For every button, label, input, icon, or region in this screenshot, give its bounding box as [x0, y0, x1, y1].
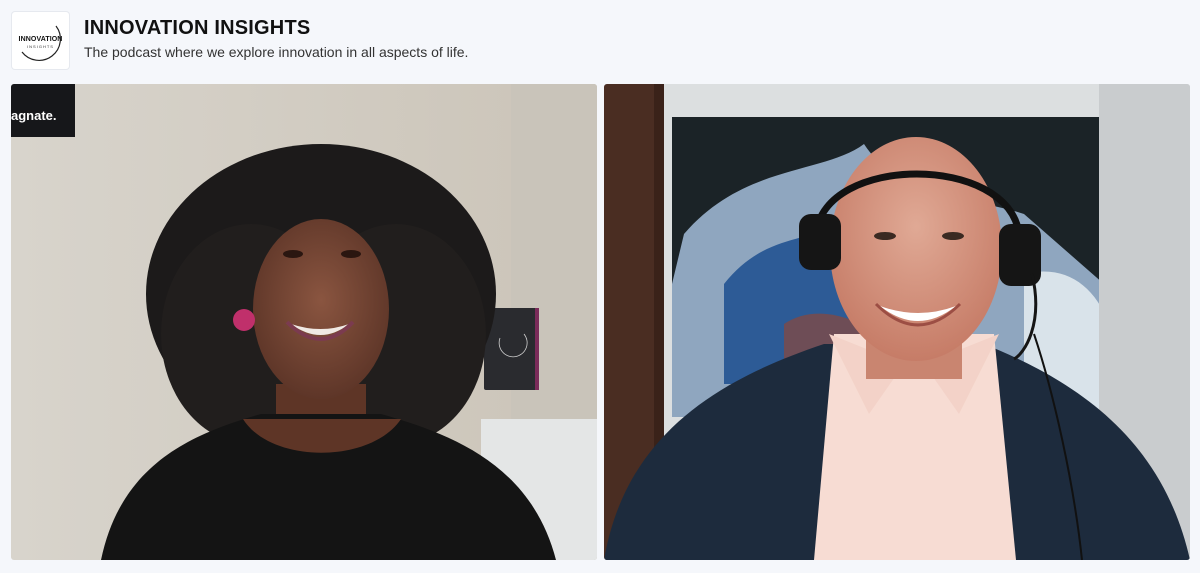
podcast-tagline: The podcast where we explore innovation … [84, 44, 469, 60]
podcast-title: INNOVATION INSIGHTS [84, 17, 311, 39]
guest-video-frame [604, 84, 1190, 560]
wall-poster-text: agnate. [11, 108, 57, 123]
podcast-header: INNOVATION INSIGHTS INNOVATION INSIGHTS … [0, 0, 1200, 80]
logo-subtext: INSIGHTS [27, 44, 54, 49]
video-tile-host[interactable]: agnate. [11, 84, 597, 560]
host-video-frame [11, 84, 597, 560]
podcast-logo: INNOVATION INSIGHTS [12, 12, 69, 69]
logo-wordmark: INNOVATION [18, 36, 63, 43]
video-tile-guest[interactable] [604, 84, 1190, 560]
